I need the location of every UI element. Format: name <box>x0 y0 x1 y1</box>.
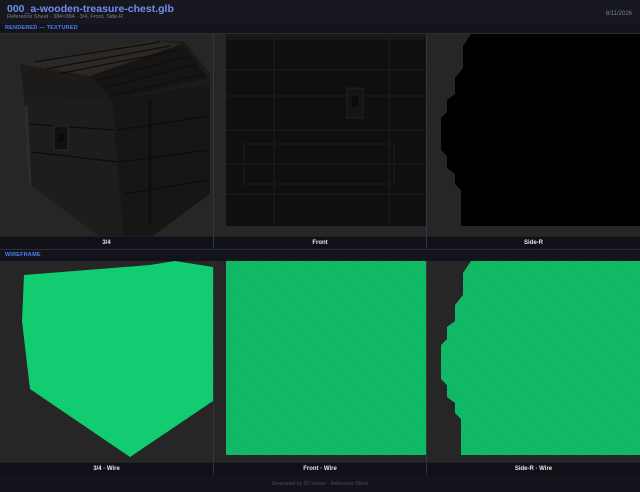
caption-side-r-wire: Side-R · Wire <box>427 462 640 474</box>
chest-render-front <box>214 34 426 236</box>
wire-view-three-quarter[interactable] <box>0 261 213 462</box>
caption-front: Front <box>214 236 426 248</box>
render-view-three-quarter[interactable] <box>0 34 213 236</box>
rendered-section-label: RENDERED — TEXTURED <box>5 25 78 31</box>
caption-three-quarter-wire: 3/4 · Wire <box>0 462 213 474</box>
chest-render-side-r <box>427 34 640 236</box>
wire-view-side-r[interactable] <box>427 261 640 462</box>
chest-wire-three-quarter <box>0 261 213 462</box>
chest-render-three-quarter <box>0 34 213 236</box>
date-label: 8/11/2026 <box>605 11 632 17</box>
sheet-subtitle: Reference Sheet · 384×384 · 3/4, Front, … <box>7 14 124 20</box>
chest-wire-side-r <box>427 261 640 462</box>
wire-view-front[interactable] <box>214 261 426 462</box>
header-bar: 000_a-wooden-treasure-chest.glb Referenc… <box>0 0 640 24</box>
render-view-side-r[interactable] <box>427 34 640 236</box>
caption-side-r: Side-R <box>427 236 640 248</box>
chest-wire-front <box>214 261 426 462</box>
section-divider <box>0 249 640 250</box>
wireframe-section-label: WIREFRAME <box>5 252 41 258</box>
caption-front-wire: Front · Wire <box>214 462 426 474</box>
footer-credit: Generated by 3D Viewer · Reference Sheet <box>271 481 369 487</box>
render-view-front[interactable] <box>214 34 426 236</box>
caption-three-quarter: 3/4 <box>0 236 213 248</box>
